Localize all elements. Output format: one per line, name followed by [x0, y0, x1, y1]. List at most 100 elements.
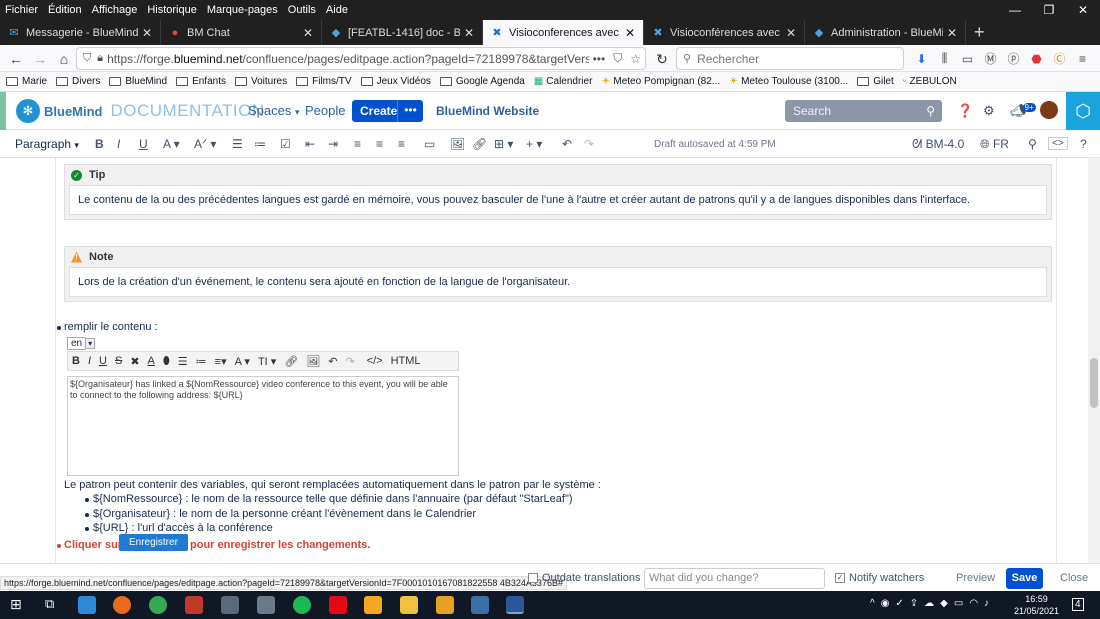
more-formatting-icon[interactable]: Aᐟ ▾ [194, 137, 216, 151]
menu-outils[interactable]: Outils [283, 3, 321, 17]
bookmark-bluemind[interactable]: BlueMind [109, 76, 167, 87]
task-list-icon[interactable]: ☑ [280, 137, 291, 151]
extension-m-icon[interactable]: Ⓜ [979, 47, 1002, 70]
bookmark-films[interactable]: Films/TV [296, 76, 352, 87]
url-bar[interactable]: ⛉ 🔒︎ https://forge.bluemind.net/confluen… [76, 47, 646, 70]
close-tab-icon[interactable]: ✕ [625, 26, 635, 40]
page-layout-icon[interactable]: ▭ [424, 137, 435, 151]
bullet-list-icon[interactable]: ☰ [232, 137, 243, 151]
tab-messagerie[interactable]: ✉ Messagerie - BlueMind ✕ [0, 20, 161, 45]
close-tab-icon[interactable]: ✕ [947, 26, 957, 40]
html-source-button[interactable]: </> HTML [363, 355, 425, 367]
clock[interactable]: 16:59 21/05/2021 [1014, 593, 1059, 617]
align-icon[interactable]: ≡▾ [215, 355, 227, 368]
bookmark-meteo-toulouse[interactable]: ☀ Meteo Toulouse (3100... [729, 76, 848, 87]
chrome-icon[interactable] [149, 596, 167, 614]
undo-icon[interactable]: ↶ [328, 355, 337, 368]
close-tab-icon[interactable]: ✕ [303, 26, 313, 40]
bullet-list-icon[interactable]: ☰ [178, 355, 188, 368]
tab-visio-jitsi[interactable]: ✖ Visioconférences avec Jitsi - Wi ✕ [644, 20, 805, 45]
menu-marque-pages[interactable]: Marque-pages [202, 3, 283, 17]
bookmark-meteo-pompignan[interactable]: ☀ Meteo Pompignan (82... [601, 76, 720, 87]
bookmark-zebulon[interactable]: ᵕ ZEBULON [903, 76, 957, 87]
outdent-icon[interactable]: ⇤ [305, 137, 315, 151]
user-avatar[interactable] [1040, 101, 1058, 119]
close-button[interactable]: Close [1060, 572, 1088, 584]
what-changed-input[interactable]: What did you change? [644, 568, 825, 589]
help-editor-icon[interactable]: ? [1080, 137, 1087, 151]
insert-image-icon[interactable]: 🖼︎ [450, 137, 465, 151]
close-tab-icon[interactable]: ✕ [464, 26, 474, 40]
windows-start-icon[interactable]: ⊞ [10, 596, 22, 613]
bookmark-jeux[interactable]: Jeux Vidéos [360, 76, 431, 87]
notify-watchers-checkbox[interactable]: ✓ Notify watchers [835, 572, 924, 584]
bluemind-website-link[interactable]: BlueMind Website [436, 104, 539, 118]
tab-featbl[interactable]: ◆ [FEATBL-1416] doc - Blue Mind ✕ [322, 20, 483, 45]
library-icon[interactable]: ⫼ [933, 47, 956, 70]
menu-affichage[interactable]: Affichage [87, 3, 143, 17]
close-tab-icon[interactable]: ✕ [142, 26, 152, 40]
reload-icon[interactable]: ↻ [650, 47, 674, 71]
extension-c-icon[interactable]: Ⓒ [1048, 47, 1071, 70]
preview-button[interactable]: Preview [956, 572, 995, 584]
font-icon[interactable]: A ▾ [235, 355, 250, 368]
menu-fichier[interactable]: Fichier [0, 3, 43, 17]
web-search-input[interactable]: ⚲ Rechercher [676, 47, 904, 70]
editor-content[interactable]: ✓ Tip Le contenu de la ou des précédente… [0, 158, 1088, 563]
bluemind-app-icon[interactable]: ⬡ [1066, 92, 1100, 130]
file-explorer-icon[interactable] [400, 596, 418, 614]
text-color-icon[interactable]: A ▾ [163, 137, 180, 151]
undo-icon[interactable]: ↶ [562, 137, 572, 151]
clear-format-icon[interactable]: ✖ [130, 355, 139, 368]
insert-more-icon[interactable]: + ▾ [526, 137, 542, 151]
paragraph-style-dropdown[interactable]: Paragraph ▾ [15, 137, 79, 151]
language-selector[interactable]: 🌐︎ FR [980, 137, 1009, 152]
restore-icon[interactable]: ❐ [1032, 0, 1066, 20]
task-view-icon[interactable]: ⧉ [45, 596, 54, 612]
adblock-icon[interactable]: ⬣ [1025, 47, 1048, 70]
align-center-icon[interactable]: ≡ [376, 137, 383, 151]
bookmark-divers[interactable]: Divers [56, 76, 100, 87]
source-editor-icon[interactable]: <> [1048, 137, 1068, 150]
menu-historique[interactable]: Historique [142, 3, 202, 17]
outdate-translations-checkbox[interactable]: Outdate translations [528, 572, 640, 584]
taskbar-app-icon[interactable] [185, 596, 203, 614]
numbered-list-icon[interactable]: ≔ [196, 355, 207, 368]
download-icon[interactable]: ⬇ [910, 47, 933, 70]
pocket-icon[interactable]: ⛉ [609, 51, 626, 66]
back-icon[interactable]: ← [4, 47, 28, 71]
taskbar-app-icon[interactable] [436, 596, 454, 614]
people-link[interactable]: People [305, 103, 345, 118]
confluence-search-input[interactable]: Search ⚲ [785, 100, 942, 122]
settings-gear-icon[interactable]: ⚙ [983, 103, 995, 119]
taskbar-app-icon[interactable] [364, 596, 382, 614]
redo-icon[interactable]: ↷ [345, 355, 354, 368]
sidebar-icon[interactable]: ▭ [956, 47, 979, 70]
home-icon[interactable]: ⌂ [52, 47, 76, 71]
tab-visio-starleaf[interactable]: ✖ Visioconferences avec StarLeaf ✕ [483, 20, 644, 45]
taskbar-app-icon[interactable] [78, 596, 96, 614]
numbered-list-icon[interactable]: ≔ [254, 137, 266, 151]
spaces-menu[interactable]: Spaces ▾ [248, 103, 300, 118]
scrollbar-thumb[interactable] [1090, 358, 1098, 408]
bluemind-logo[interactable]: ✻ BlueMind DOCUMENTATION [16, 96, 265, 126]
help-icon[interactable]: ❓ [957, 103, 973, 119]
forward-icon[interactable]: → [28, 47, 52, 71]
redo-icon[interactable]: ↷ [584, 137, 594, 151]
bookmark-voitures[interactable]: Voitures [234, 76, 287, 87]
bold-icon[interactable]: B [72, 355, 80, 367]
taskbar-app-icon[interactable] [221, 596, 239, 614]
fill-color-icon[interactable]: ⬮ [163, 355, 170, 368]
underline-icon[interactable]: U [139, 137, 148, 151]
taskbar-app-icon[interactable] [471, 596, 489, 614]
underline-icon[interactable]: U [99, 355, 107, 367]
netflix-icon[interactable] [329, 596, 347, 614]
content-scrollbar[interactable] [1088, 158, 1100, 563]
italic-icon[interactable]: I [88, 355, 91, 367]
tip-macro[interactable]: ✓ Tip Le contenu de la ou des précédente… [64, 164, 1052, 220]
firefox-icon[interactable] [113, 596, 131, 614]
spotify-icon[interactable] [293, 596, 311, 614]
menu-aide[interactable]: Aide [321, 3, 353, 17]
notifications-icon[interactable]: 📣︎9+ [1010, 103, 1036, 119]
close-window-icon[interactable]: ✕ [1066, 0, 1100, 20]
